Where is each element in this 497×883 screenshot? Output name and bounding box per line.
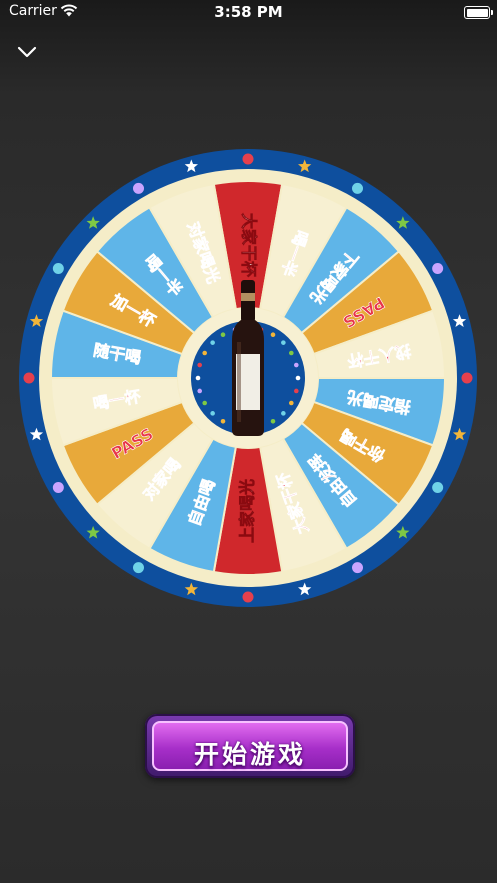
hub-dot [197, 388, 203, 394]
wheel-segment-label: 大家干杯 [240, 213, 259, 278]
hub-dot [289, 350, 294, 356]
rim-dot [52, 482, 64, 493]
hub-dot [210, 340, 215, 345]
hub-dot [281, 411, 286, 416]
hub-dot [197, 362, 203, 368]
wheel-segment-label: 上家喝光 [238, 479, 257, 543]
rim-dot [133, 182, 144, 194]
hub-dot [210, 411, 215, 416]
rim-dot [461, 372, 473, 384]
hub-dot [293, 388, 299, 394]
spin-wheel[interactable]: 大家干杯 喝一半下家喝光PASS找人干杯指定喝光你干喝自由发挥大家干杯上家喝光自由… [16, 146, 480, 610]
hub-dot [281, 340, 286, 345]
rim-dot [242, 591, 254, 603]
hub-dot [293, 362, 299, 368]
start-game-face: 开始游戏 [152, 721, 348, 771]
rim-dot [242, 153, 254, 165]
start-game-label: 开始游戏 [193, 740, 306, 769]
chevron-down-icon[interactable] [16, 44, 38, 60]
rim-dot [432, 482, 444, 493]
hub-dot [270, 419, 276, 424]
rim-dot [52, 263, 64, 274]
start-game-button[interactable]: 开始游戏 [145, 714, 355, 778]
hub-dot [220, 419, 226, 424]
rim-dot [133, 562, 144, 574]
hub-dot [295, 375, 301, 381]
rim-dot [432, 263, 444, 274]
hub-dot [202, 400, 207, 406]
hub-dot [202, 350, 207, 356]
hub-dot [195, 375, 201, 381]
hub-dot [289, 400, 294, 406]
battery-icon [464, 6, 493, 19]
clock: 3:58 PM [214, 3, 283, 21]
rim-dot [352, 562, 363, 574]
rim-dot [23, 372, 35, 384]
hub-dot [270, 332, 276, 337]
hub-dot [220, 332, 226, 337]
status-bar: Carrier 3:58 PM [0, 0, 497, 24]
rim-dot [352, 182, 363, 194]
